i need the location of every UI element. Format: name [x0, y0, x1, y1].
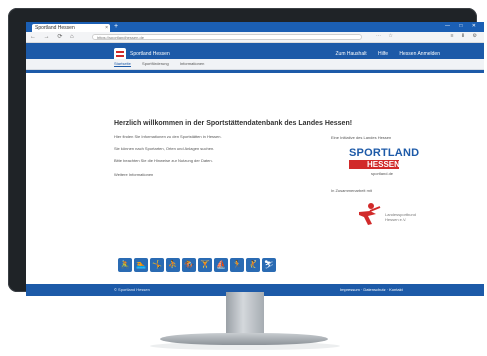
tab-title: Sportland Hessen: [35, 25, 75, 31]
gymnastics-icon[interactable]: 🤸: [150, 258, 164, 272]
partner-caption: In Zusammenarbeit mit: [331, 188, 372, 193]
header-links: Zum Haushalt Hilfe Hessen Anmelden: [325, 51, 440, 57]
running-icon[interactable]: 🏃: [230, 258, 244, 272]
footer-links[interactable]: Impressum · Datenschutz · Kontakt: [340, 287, 403, 292]
subnav-item-startseite[interactable]: Startseite: [114, 61, 131, 67]
intro-paragraph: Sie können nach Sportarten, Orten und An…: [114, 146, 215, 151]
tab-close-icon[interactable]: ×: [105, 24, 108, 32]
address-bar-actions[interactable]: ⋯ ☆: [376, 33, 396, 39]
address-bar[interactable]: https://sportlandhessen.de: [92, 34, 362, 40]
sportland-logo-text[interactable]: SPORTLAND: [349, 147, 419, 159]
sub-navigation: Startseite Sportförderung Informationen: [26, 59, 484, 70]
intro-paragraph: Bitte beachten Sie die Hinweise zur Nutz…: [114, 158, 213, 163]
window-controls[interactable]: — □ ✕: [445, 23, 480, 29]
lsbh-logo-icon[interactable]: [356, 202, 382, 228]
swimming-icon[interactable]: 🏊: [134, 258, 148, 272]
header-link-haushalt[interactable]: Zum Haushalt: [335, 51, 366, 57]
subnav-item-sportfoerderung[interactable]: Sportförderung: [142, 61, 169, 66]
browser-toolbar: ← → ⟳ ⌂ https://sportlandhessen.de ⋯ ☆ ≡…: [26, 32, 484, 43]
monitor-bezel: Sportland Hessen × + — □ ✕ ← → ⟳ ⌂ https…: [8, 8, 484, 296]
header-link-hilfe[interactable]: Hilfe: [378, 51, 388, 57]
skiing-icon[interactable]: ⛷: [262, 258, 276, 272]
sailing-icon[interactable]: ⛵: [214, 258, 228, 272]
navigation-icons[interactable]: ← → ⟳ ⌂: [30, 33, 77, 40]
header-link-login[interactable]: Hessen Anmelden: [399, 51, 440, 57]
page-title: Herzlich willkommen in der Sportstättend…: [114, 120, 353, 127]
browser-tab-bar: Sportland Hessen × + — □ ✕: [26, 22, 484, 32]
site-name[interactable]: Sportland Hessen: [130, 51, 170, 57]
monitor-stand-neck: [226, 292, 264, 336]
sportland-url: sportland.de: [371, 171, 394, 176]
weightlifting-icon[interactable]: 🏋: [198, 258, 212, 272]
sport-icon-row: 🚴 🏊 🤸 ⛹ 🏇 🏋 ⛵ 🏃 🤾 ⛷: [118, 254, 278, 272]
monitor-stand-base: [160, 333, 328, 345]
new-tab-button[interactable]: +: [114, 23, 118, 31]
handball-icon[interactable]: 🤾: [246, 258, 260, 272]
browser-tab[interactable]: Sportland Hessen ×: [32, 24, 110, 32]
lsbh-name: Landessportbund Hessen e.V.: [385, 212, 416, 222]
subnav-item-informationen[interactable]: Informationen: [180, 61, 204, 66]
intro-paragraph: Hier finden Sie Informationen zu den Spo…: [114, 134, 222, 139]
cycling-icon[interactable]: 🚴: [118, 258, 132, 272]
more-info-link[interactable]: Weitere Informationen: [114, 172, 294, 177]
equestrian-icon[interactable]: 🏇: [182, 258, 196, 272]
hessen-logo-text: HESSEN: [367, 160, 400, 169]
basketball-icon[interactable]: ⛹: [166, 258, 180, 272]
screen: Sportland Hessen × + — □ ✕ ← → ⟳ ⌂ https…: [26, 22, 484, 296]
browser-menu-icons[interactable]: ≡ ⬇ ⚙: [451, 33, 480, 39]
footer-copyright: © Sportland Hessen: [114, 287, 150, 292]
sponsor-caption: Eine Initiative des Landes Hessen: [331, 135, 392, 140]
